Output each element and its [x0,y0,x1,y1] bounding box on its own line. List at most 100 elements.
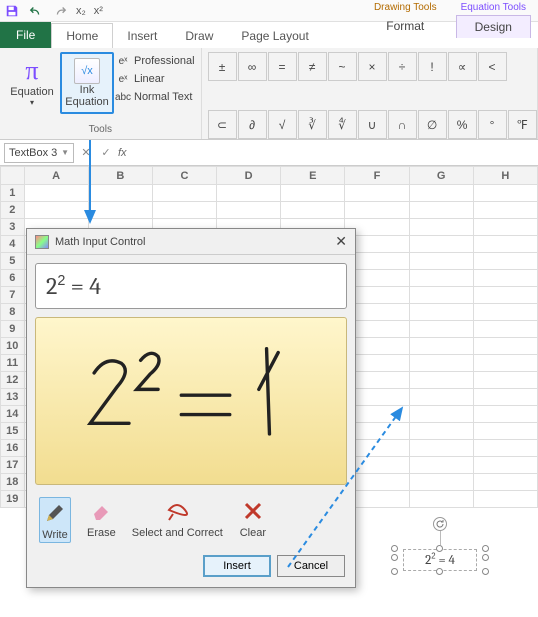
column-header[interactable]: E [281,167,345,185]
row-header[interactable]: 1 [1,185,25,202]
cell[interactable] [473,270,537,287]
cell[interactable] [88,202,152,219]
symbol-button[interactable]: ⊂ [208,110,237,139]
cell[interactable] [409,321,473,338]
symbol-button[interactable]: √ [268,110,297,139]
symbol-button[interactable]: ° [478,110,507,139]
row-header[interactable]: 13 [1,389,25,406]
cancel-button[interactable]: Cancel [277,555,345,577]
cell[interactable] [473,185,537,202]
cell[interactable] [473,474,537,491]
tab-design[interactable]: Design [456,15,531,38]
cell[interactable] [24,202,88,219]
column-header[interactable]: D [217,167,281,185]
symbol-button[interactable]: ÷ [388,52,417,81]
cell[interactable] [473,372,537,389]
tab-file[interactable]: File [0,22,51,48]
cell[interactable] [473,287,537,304]
cell[interactable] [409,440,473,457]
tab-draw[interactable]: Draw [171,24,227,48]
row-header[interactable]: 11 [1,355,25,372]
undo-icon[interactable] [28,3,44,19]
cell[interactable] [409,406,473,423]
symbol-button[interactable]: ∞ [238,52,267,81]
symbol-button[interactable]: ! [418,52,447,81]
symbol-button[interactable]: ∅ [418,110,447,139]
row-header[interactable]: 14 [1,406,25,423]
resize-handle[interactable] [482,545,489,552]
insert-button[interactable]: Insert [203,555,271,577]
cell[interactable] [409,304,473,321]
symbol-button[interactable]: ~ [328,52,357,81]
row-header[interactable]: 8 [1,304,25,321]
professional-button[interactable]: eˣProfessional [116,54,195,68]
cell[interactable] [473,321,537,338]
cell[interactable] [409,491,473,508]
cell[interactable] [409,423,473,440]
cell[interactable] [409,202,473,219]
column-header[interactable]: H [473,167,537,185]
normal-text-button[interactable]: abcNormal Text [116,90,195,104]
symbol-button[interactable]: ∜ [328,110,357,139]
equation-button[interactable]: π Equation ▾ [6,52,58,114]
rotate-handle-icon[interactable] [433,517,447,531]
resize-handle[interactable] [391,568,398,575]
row-header[interactable]: 18 [1,474,25,491]
tab-home[interactable]: Home [51,23,113,48]
column-header[interactable]: G [409,167,473,185]
resize-handle[interactable] [482,568,489,575]
cell[interactable] [473,423,537,440]
row-header[interactable]: 10 [1,338,25,355]
tab-page-layout[interactable]: Page Layout [227,24,322,48]
tab-insert[interactable]: Insert [113,24,171,48]
row-header[interactable]: 19 [1,491,25,508]
column-header[interactable]: B [88,167,152,185]
cell[interactable] [409,457,473,474]
cell[interactable] [409,389,473,406]
row-header[interactable]: 7 [1,287,25,304]
row-header[interactable]: 6 [1,270,25,287]
symbol-button[interactable]: < [478,52,507,81]
cell[interactable] [473,202,537,219]
cell[interactable] [281,202,345,219]
row-header[interactable]: 4 [1,236,25,253]
erase-tool[interactable]: Erase [87,497,116,543]
cell[interactable] [409,236,473,253]
cell[interactable] [473,355,537,372]
superscript-btn[interactable]: x² [94,5,103,17]
name-box[interactable]: TextBox 3▼ [4,143,74,163]
select-all-corner[interactable] [1,167,25,185]
column-header[interactable]: F [345,167,409,185]
column-header[interactable]: C [152,167,216,185]
resize-handle[interactable] [436,568,443,575]
cell[interactable] [473,338,537,355]
symbol-button[interactable]: × [358,52,387,81]
cell[interactable] [152,185,216,202]
resize-handle[interactable] [436,545,443,552]
cell[interactable] [217,202,281,219]
cell[interactable] [409,219,473,236]
cell[interactable] [409,474,473,491]
redo-icon[interactable] [52,3,68,19]
symbol-button[interactable]: ≠ [298,52,327,81]
symbol-button[interactable]: ± [208,52,237,81]
cell[interactable] [409,270,473,287]
enter-formula-icon[interactable]: ✓ [98,146,114,159]
clear-tool[interactable]: Clear [239,497,267,543]
close-icon[interactable]: ✕ [335,233,347,250]
symbol-button[interactable]: ∝ [448,52,477,81]
symbol-button[interactable]: ∪ [358,110,387,139]
cell[interactable] [152,202,216,219]
row-header[interactable]: 2 [1,202,25,219]
row-header[interactable]: 15 [1,423,25,440]
cell[interactable] [473,440,537,457]
equation-textbox[interactable]: 22 = 4 [403,549,477,571]
row-header[interactable]: 5 [1,253,25,270]
row-header[interactable]: 9 [1,321,25,338]
cell[interactable] [473,219,537,236]
save-icon[interactable] [4,3,20,19]
row-header[interactable]: 3 [1,219,25,236]
fx-icon[interactable]: fx [118,147,127,159]
cell[interactable] [473,457,537,474]
cell[interactable] [409,185,473,202]
